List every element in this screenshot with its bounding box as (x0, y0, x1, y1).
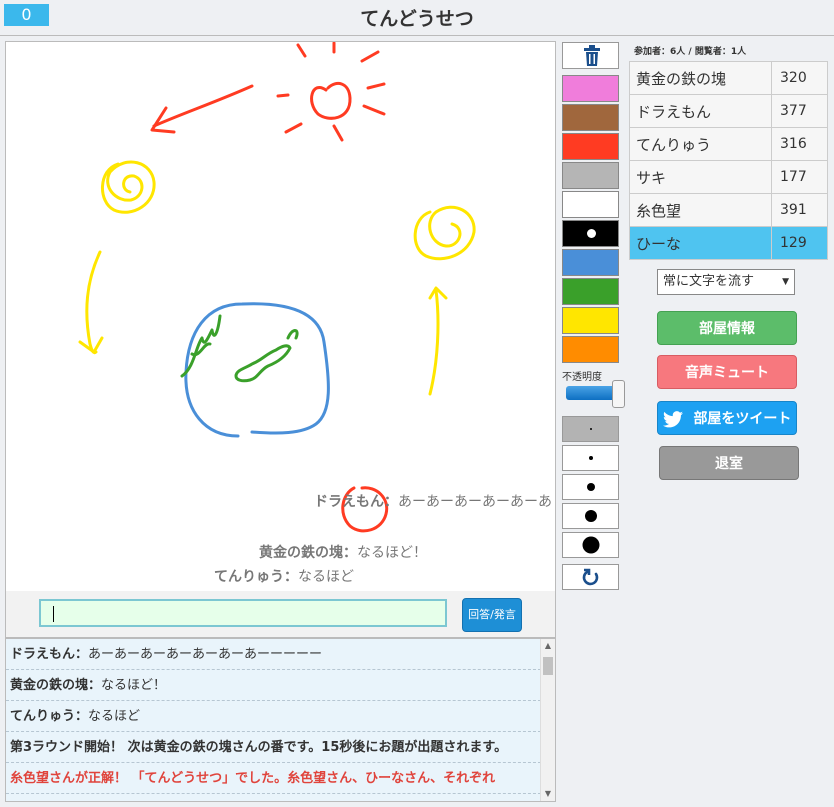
color-swatch-black[interactable] (562, 220, 619, 247)
color-swatch-brown[interactable] (562, 104, 619, 131)
color-swatch-pink[interactable] (562, 75, 619, 102)
log-entry: ドラえもん：あーあーあーあーあーあーあーーーーー (6, 639, 541, 670)
participant-counts: 参加者：6人 / 閲覧者：1人 (634, 47, 747, 57)
player-name: ドラえもん (629, 94, 772, 128)
player-score: 129 (771, 226, 828, 260)
exit-room-button[interactable]: 退室 (659, 446, 799, 480)
color-swatch-blue[interactable] (562, 249, 619, 276)
left-ball-drawing (78, 160, 156, 355)
scroll-down-arrow-icon[interactable]: ▼ (541, 787, 555, 801)
player-name: サキ (629, 160, 772, 194)
player-score: 177 (771, 160, 828, 194)
brush-size-3-button[interactable] (562, 474, 619, 500)
page-title: てんどうせつ (360, 8, 474, 30)
undo-button[interactable] (562, 564, 619, 590)
log-correct-message: 糸色望さんが正解！ 「てんどうせつ」でした。糸色望さん、ひーなさん、それぞれ (6, 763, 541, 794)
opacity-label: 不透明度 (562, 372, 602, 383)
color-swatch-white[interactable] (562, 191, 619, 218)
header-divider (0, 35, 834, 36)
clear-canvas-button[interactable] (562, 42, 619, 69)
player-row: 黄金の鉄の塊 320 (629, 61, 828, 95)
player-score: 391 (771, 193, 828, 227)
brush-size-5-button[interactable] (562, 532, 619, 558)
color-swatch-yellow[interactable] (562, 307, 619, 334)
answer-submit-button[interactable]: 回答/発言 (462, 598, 522, 632)
dropdown-arrow-icon: ▼ (782, 277, 789, 287)
player-row: ひーな 129 (629, 226, 828, 260)
room-info-button[interactable]: 部屋情報 (657, 311, 797, 345)
brush-dot-icon (586, 483, 595, 491)
color-swatch-gray[interactable] (562, 162, 619, 189)
text-caret (53, 606, 54, 622)
player-row: サキ 177 (629, 160, 828, 194)
player-name: 黄金の鉄の塊 (629, 61, 772, 95)
mute-audio-button[interactable]: 音声ミュート (657, 355, 797, 389)
color-swatch-orange[interactable] (562, 336, 619, 363)
player-score: 320 (771, 61, 828, 95)
scroll-up-arrow-icon[interactable]: ▲ (541, 639, 555, 653)
player-score: 316 (771, 127, 828, 161)
chat-log: ドラえもん：あーあーあーあーあーあーあーーーーー 黄金の鉄の塊：なるほど！ てん… (5, 638, 556, 802)
player-row: 糸色望 391 (629, 193, 828, 227)
brush-dot-icon (588, 456, 593, 460)
undo-icon (582, 568, 598, 586)
earth-drawing (184, 302, 330, 438)
player-name: 糸色望 (629, 193, 772, 227)
canvas-chat-message: てんりゅう：なるほど (214, 569, 354, 585)
player-name: てんりゅう (629, 127, 772, 161)
canvas-chat-message: 黄金の鉄の塊：なるほど！ (259, 545, 427, 561)
log-entry: てんりゅう：なるほど (6, 701, 541, 732)
player-score: 377 (771, 94, 828, 128)
tweet-button-label: 部屋をツイート (693, 411, 792, 427)
player-row: ドラえもん 377 (629, 94, 828, 128)
twitter-bird-icon (662, 410, 683, 427)
answer-bar: 回答/発言 (5, 591, 556, 638)
log-system-message: 第3ラウンド開始！ 次は黄金の鉄の塊さんの番です。15秒後にお題が出題されます。 (6, 732, 541, 763)
header: 0 てんどうせつ (0, 0, 834, 36)
player-name: ひーな (629, 226, 772, 260)
player-row: てんりゅう 316 (629, 127, 828, 161)
right-ball-drawing (413, 205, 476, 396)
scroll-thumb[interactable] (543, 657, 553, 675)
log-scrollbar[interactable]: ▲ ▼ (540, 639, 555, 801)
color-swatch-green[interactable] (562, 278, 619, 305)
brush-dot-icon (584, 510, 597, 522)
log-entry: 黄金の鉄の塊：なるほど！ (6, 670, 541, 701)
brush-size-4-button[interactable] (562, 503, 619, 529)
tweet-room-button[interactable]: 部屋をツイート (657, 401, 797, 435)
select-value: 常に文字を流す (663, 274, 755, 289)
drawing-canvas[interactable]: ドラえもん：あーあーあーあーあーあ 黄金の鉄の塊：なるほど！ てんりゅう：なるほ… (5, 41, 556, 592)
opacity-slider-thumb[interactable] (612, 380, 625, 408)
brush-size-1-button[interactable] (562, 416, 619, 442)
player-scoreboard: 黄金の鉄の塊 320 ドラえもん 377 てんりゅう 316 サキ 177 糸色望 391 ひーな 1… (629, 61, 828, 260)
sun-drawing (150, 42, 386, 142)
color-swatch-red[interactable] (562, 133, 619, 160)
brush-size-2-button[interactable] (562, 445, 619, 471)
answer-input[interactable] (39, 599, 447, 627)
trash-icon (584, 45, 600, 66)
brush-dot-icon (582, 536, 599, 554)
brush-dot-icon (589, 428, 592, 430)
canvas-chat-message: ドラえもん：あーあーあーあーあーあ (314, 494, 552, 510)
text-scroll-mode-select[interactable]: 常に文字を流す ▼ (657, 269, 795, 295)
